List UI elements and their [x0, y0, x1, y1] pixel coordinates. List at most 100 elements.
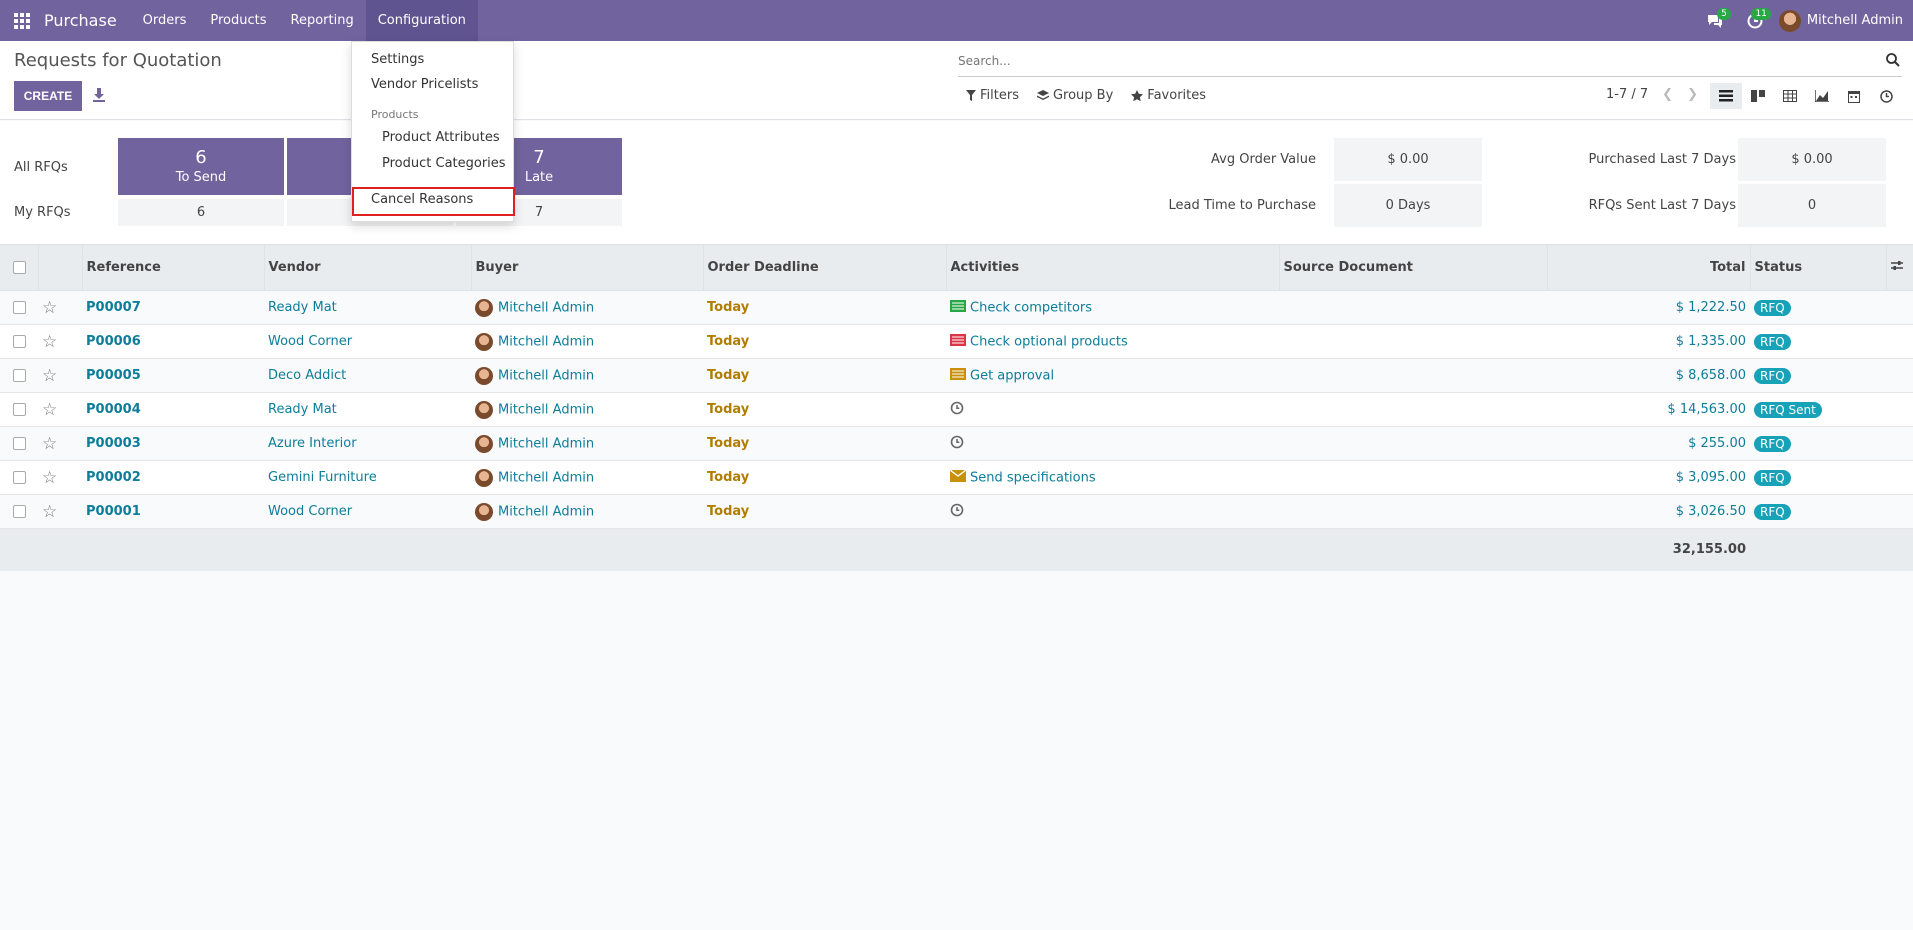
activity-summary[interactable]: Check competitors: [970, 300, 1092, 315]
buyer-cell[interactable]: Mitchell Admin: [471, 325, 703, 359]
todo-orange-icon[interactable]: [950, 367, 966, 384]
header-reference[interactable]: Reference: [82, 244, 265, 291]
my-to-send[interactable]: 6: [118, 199, 284, 226]
menu-reporting[interactable]: Reporting: [279, 0, 366, 41]
vendor-cell[interactable]: Azure Interior: [264, 427, 471, 461]
groupby-button[interactable]: Group By: [1036, 88, 1113, 103]
apps-menu-icon[interactable]: [0, 0, 44, 41]
menu-item-vendor-pricelists[interactable]: Vendor Pricelists: [352, 77, 513, 92]
activity-summary[interactable]: Send specifications: [970, 470, 1096, 485]
activity-cell[interactable]: Send specifications: [946, 461, 1279, 495]
menu-item-settings[interactable]: Settings: [352, 52, 513, 67]
tile-to-send[interactable]: 6 To Send: [118, 138, 284, 195]
row-checkbox[interactable]: [13, 335, 26, 348]
activities-button[interactable]: 11: [1735, 0, 1775, 41]
header-source[interactable]: Source Document: [1279, 244, 1548, 291]
favorite-star-icon[interactable]: ☆: [38, 495, 82, 529]
row-checkbox-cell[interactable]: [0, 393, 38, 427]
buyer-cell[interactable]: Mitchell Admin: [471, 359, 703, 393]
envelope-icon[interactable]: [949, 468, 967, 486]
row-checkbox-cell[interactable]: [0, 291, 38, 325]
messages-button[interactable]: 5: [1695, 0, 1735, 41]
header-deadline[interactable]: Order Deadline: [703, 244, 947, 291]
activity-cell[interactable]: [946, 427, 1279, 461]
header-buyer[interactable]: Buyer: [471, 244, 704, 291]
row-checkbox[interactable]: [13, 301, 26, 314]
reference-cell[interactable]: P00001: [82, 495, 264, 529]
calendar-view-icon[interactable]: [1838, 83, 1870, 109]
reference-cell[interactable]: P00002: [82, 461, 264, 495]
reference-cell[interactable]: P00007: [82, 291, 264, 325]
reference-cell[interactable]: P00006: [82, 325, 264, 359]
pager-prev-icon[interactable]: ❮: [1662, 87, 1673, 102]
header-total[interactable]: Total: [1547, 244, 1751, 291]
create-button[interactable]: CREATE: [14, 81, 82, 111]
row-checkbox-cell[interactable]: [0, 427, 38, 461]
vendor-cell[interactable]: Wood Corner: [264, 325, 471, 359]
clock-icon[interactable]: [950, 435, 964, 453]
kanban-view-icon[interactable]: [1742, 83, 1774, 109]
reference-cell[interactable]: P00005: [82, 359, 264, 393]
buyer-cell[interactable]: Mitchell Admin: [471, 495, 703, 529]
user-menu[interactable]: Mitchell Admin: [1775, 9, 1913, 32]
table-row[interactable]: ☆ P00003 Azure Interior Mitchell Admin Today…: [0, 426, 1913, 461]
favorite-star-icon[interactable]: ☆: [38, 393, 82, 427]
favorite-star-icon[interactable]: ☆: [38, 291, 82, 325]
row-checkbox-cell[interactable]: [0, 325, 38, 359]
vendor-cell[interactable]: Gemini Furniture: [264, 461, 471, 495]
activity-cell[interactable]: [946, 495, 1279, 529]
buyer-cell[interactable]: Mitchell Admin: [471, 427, 703, 461]
filters-button[interactable]: Filters: [966, 88, 1019, 103]
favorite-star-icon[interactable]: ☆: [38, 427, 82, 461]
header-vendor[interactable]: Vendor: [264, 244, 472, 291]
table-row[interactable]: ☆ P00005 Deco Addict Mitchell Admin Today Get…: [0, 358, 1913, 393]
activity-summary[interactable]: Get approval: [970, 368, 1054, 383]
menu-products[interactable]: Products: [198, 0, 278, 41]
menu-orders[interactable]: Orders: [131, 0, 199, 41]
buyer-cell[interactable]: Mitchell Admin: [471, 291, 703, 325]
search-icon[interactable]: [1886, 53, 1900, 67]
activity-cell[interactable]: Check optional products: [946, 325, 1279, 359]
table-row[interactable]: ☆ P00002 Gemini Furniture Mitchell Admin Tod…: [0, 460, 1913, 495]
table-row[interactable]: ☆ P00006 Wood Corner Mitchell Admin Today Che…: [0, 324, 1913, 359]
row-checkbox-cell[interactable]: [0, 461, 38, 495]
activity-cell[interactable]: [946, 393, 1279, 427]
pivot-view-icon[interactable]: [1774, 83, 1806, 109]
menu-item-product-attributes[interactable]: Product Attributes: [352, 130, 513, 145]
row-checkbox-cell[interactable]: [0, 495, 38, 529]
row-checkbox-cell[interactable]: [0, 359, 38, 393]
activity-cell[interactable]: Check competitors: [946, 291, 1279, 325]
row-checkbox[interactable]: [13, 471, 26, 484]
search-input[interactable]: [958, 47, 1858, 75]
table-row[interactable]: ☆ P00004 Ready Mat Mitchell Admin Today $ 14,…: [0, 392, 1913, 427]
download-icon[interactable]: [92, 87, 106, 103]
optional-columns-icon[interactable]: [1886, 245, 1913, 291]
clock-icon[interactable]: [950, 503, 964, 521]
pager-next-icon[interactable]: ❯: [1687, 87, 1698, 102]
header-status[interactable]: Status: [1750, 244, 1887, 291]
buyer-cell[interactable]: Mitchell Admin: [471, 393, 703, 427]
select-all-checkbox[interactable]: [13, 261, 26, 274]
row-checkbox[interactable]: [13, 437, 26, 450]
table-row[interactable]: ☆ P00007 Ready Mat Mitchell Admin Today Check…: [0, 290, 1913, 325]
favorite-star-icon[interactable]: ☆: [38, 325, 82, 359]
row-checkbox[interactable]: [13, 369, 26, 382]
todo-green-icon[interactable]: [950, 299, 966, 316]
todo-red-icon[interactable]: [950, 333, 966, 350]
activity-view-icon[interactable]: [1870, 83, 1902, 109]
favorite-star-icon[interactable]: ☆: [38, 359, 82, 393]
graph-view-icon[interactable]: [1806, 83, 1838, 109]
header-activities[interactable]: Activities: [946, 244, 1280, 291]
buyer-cell[interactable]: Mitchell Admin: [471, 461, 703, 495]
activity-cell[interactable]: Get approval: [946, 359, 1279, 393]
favorites-button[interactable]: Favorites: [1131, 88, 1206, 103]
list-view-icon[interactable]: [1710, 83, 1742, 109]
reference-cell[interactable]: P00004: [82, 393, 264, 427]
menu-configuration[interactable]: Configuration: [365, 0, 478, 41]
select-all-checkbox-cell[interactable]: [0, 244, 39, 291]
activity-summary[interactable]: Check optional products: [970, 334, 1128, 349]
vendor-cell[interactable]: Ready Mat: [264, 291, 471, 325]
pager-value[interactable]: 1-7 / 7: [1606, 87, 1648, 102]
table-row[interactable]: ☆ P00001 Wood Corner Mitchell Admin Today $ 3…: [0, 494, 1913, 529]
row-checkbox[interactable]: [13, 505, 26, 518]
